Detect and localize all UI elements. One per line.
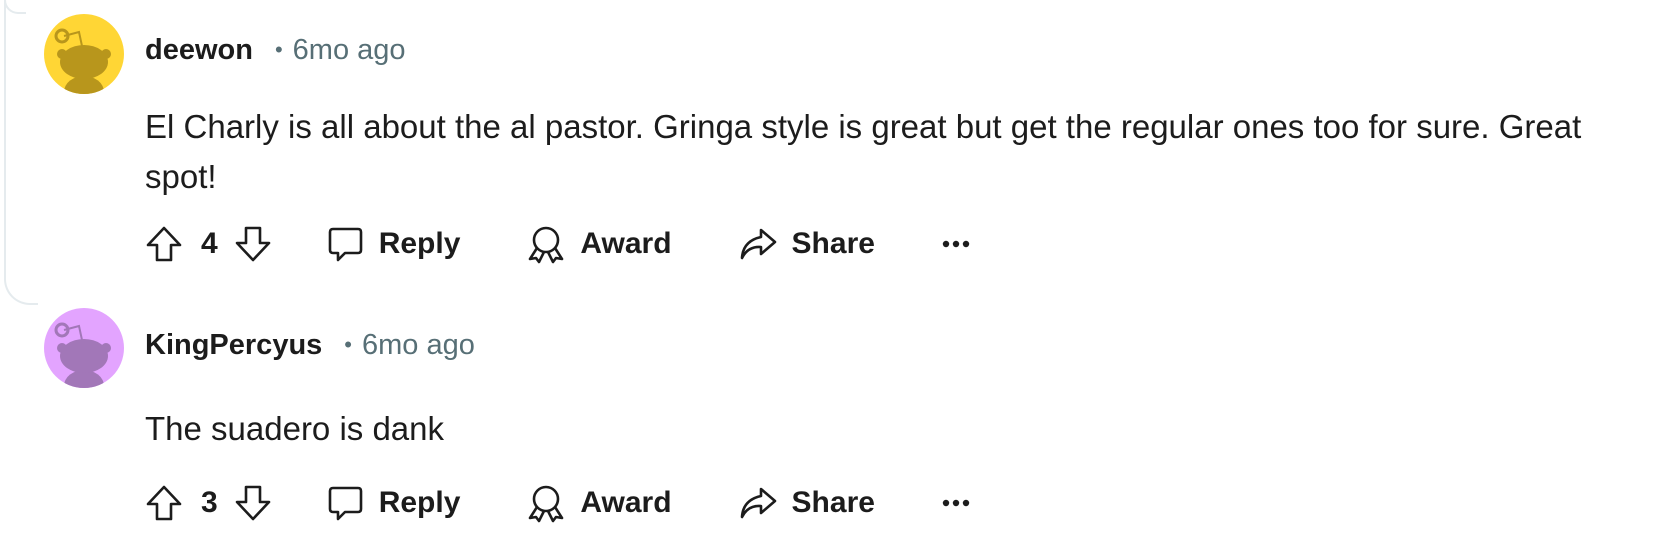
downvote-icon	[235, 226, 270, 262]
timestamp[interactable]: 6mo ago	[362, 329, 475, 362]
award-label: Award	[580, 227, 672, 260]
comment-meta: deewon • 6mo ago	[145, 34, 406, 67]
award-icon	[529, 226, 564, 264]
comment-body: El Charly is all about the al pastor. Gr…	[145, 108, 1582, 195]
award-label: Award	[580, 486, 672, 519]
more-dots-icon	[942, 240, 970, 248]
award-icon	[529, 485, 564, 523]
share-arrow-icon	[740, 487, 776, 519]
meta-separator: •	[344, 331, 352, 357]
reply-button[interactable]: Reply	[326, 225, 461, 263]
timestamp[interactable]: 6mo ago	[293, 34, 406, 67]
share-button[interactable]: Share	[738, 224, 875, 264]
reddit-snoo-avatar-icon	[44, 14, 124, 94]
award-button[interactable]: Award	[526, 224, 672, 264]
comment-actions: 3 Reply Award Share	[145, 481, 971, 525]
comment-actions: 4 Reply Award Share	[145, 222, 971, 266]
upvote-icon	[146, 485, 182, 521]
more-dots-icon	[942, 499, 970, 507]
reply-label: Reply	[378, 486, 461, 519]
upvote-button[interactable]	[145, 225, 183, 263]
comment-body: The suadero is dank	[145, 410, 445, 447]
upvote-icon	[146, 226, 182, 262]
reply-label: Reply	[378, 227, 461, 260]
more-options-button[interactable]	[941, 498, 971, 508]
avatar[interactable]	[44, 308, 124, 388]
share-label: Share	[791, 227, 875, 260]
reddit-snoo-avatar-icon	[44, 308, 124, 388]
share-button[interactable]: Share	[738, 483, 875, 523]
downvote-icon	[235, 485, 270, 521]
share-label: Share	[791, 486, 875, 519]
author-name[interactable]: deewon	[145, 34, 253, 67]
award-button[interactable]: Award	[526, 483, 672, 523]
vote-score: 3	[201, 486, 218, 519]
upvote-button[interactable]	[145, 484, 183, 522]
reply-bubble-icon	[328, 227, 362, 262]
reply-button[interactable]: Reply	[326, 484, 461, 522]
vote-score: 4	[201, 227, 218, 260]
avatar[interactable]	[44, 14, 124, 94]
downvote-button[interactable]	[234, 225, 272, 263]
comment-meta: KingPercyus • 6mo ago	[145, 329, 475, 362]
reply-bubble-icon	[328, 486, 362, 521]
share-arrow-icon	[740, 228, 776, 260]
downvote-button[interactable]	[234, 484, 272, 522]
more-options-button[interactable]	[941, 239, 971, 249]
author-name[interactable]: KingPercyus	[145, 329, 322, 362]
meta-separator: •	[274, 36, 283, 62]
thread-line	[4, 0, 38, 305]
